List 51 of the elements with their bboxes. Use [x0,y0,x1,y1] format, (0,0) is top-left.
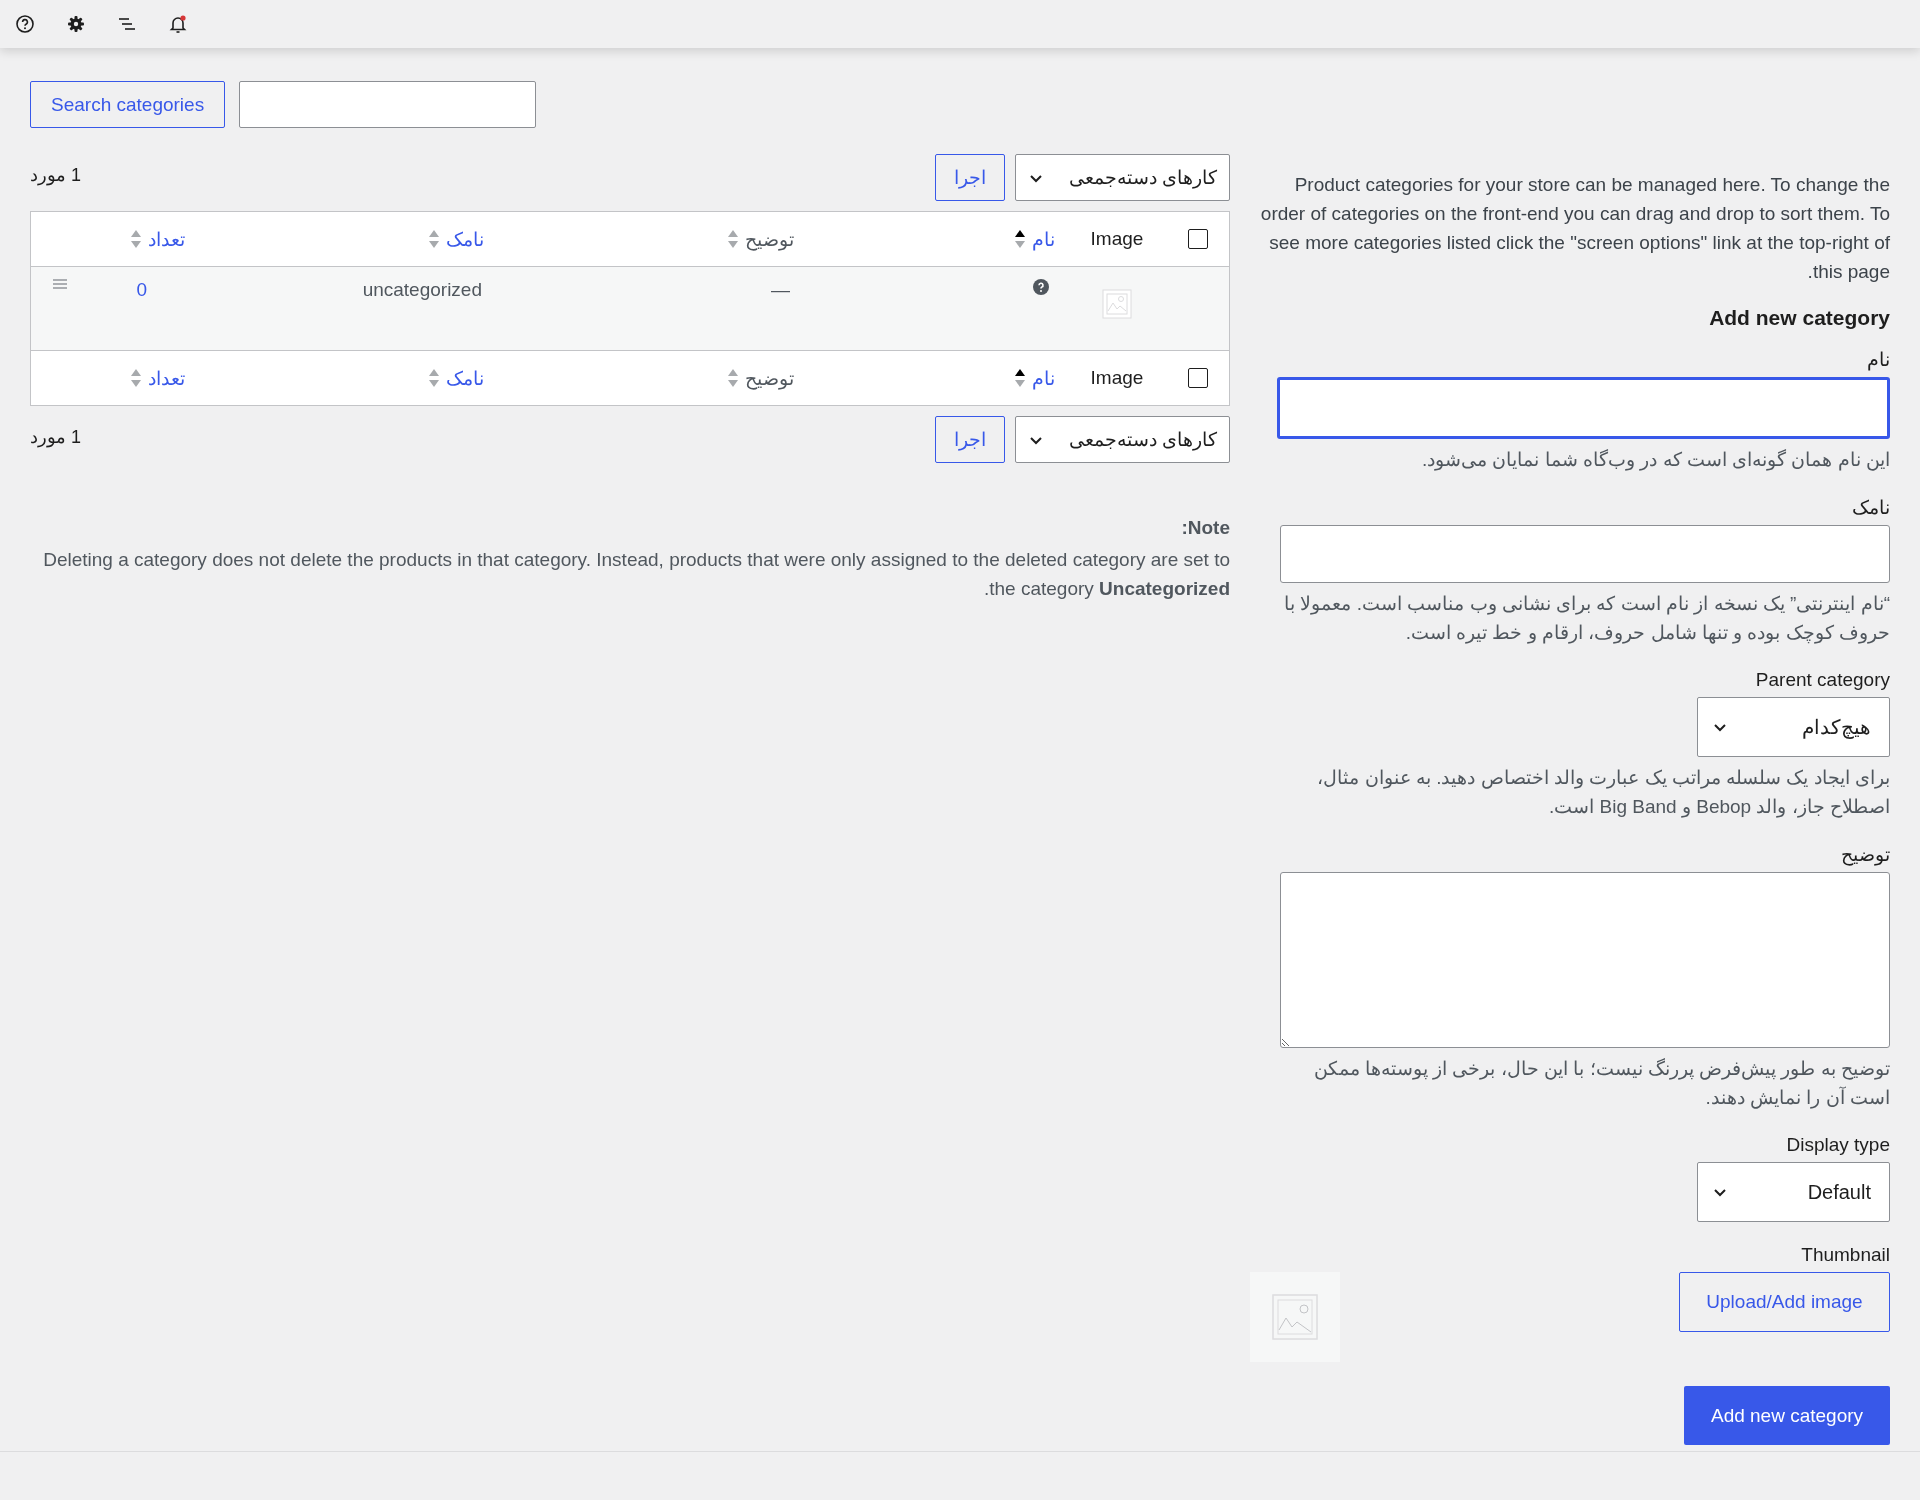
image-placeholder-icon [1102,289,1132,319]
text-field[interactable] [1280,525,1890,583]
column-header: Image [1090,228,1144,250]
bell-icon[interactable] [168,14,188,34]
column-header-link[interactable]: نام [1032,366,1055,390]
form-heading: Add new category [1708,306,1890,330]
dropdown[interactable]: هیچ‌کدام [1697,697,1890,757]
upload-image-button[interactable]: Upload/Add image [1679,1272,1890,1332]
select-all-checkbox[interactable] [1188,368,1208,388]
drag-handle-icon[interactable] [53,279,67,289]
column-header-link[interactable]: تعداد [148,227,185,251]
field-label: نامک [1852,496,1890,519]
item-count: 1 مورد [30,426,82,448]
field-label: توضیح [1841,843,1890,866]
description-cell: — [771,279,790,301]
bulk-actions-select[interactable]: کارهای دسته‌جمعی [1015,416,1230,463]
field-hint: “نام اینترنتی” یک نسخه از نام است که برای نشانی وب مناسب است. معمولا با حروف کوچک بوده و تنها شامل حروف، ارقام و خط تیره است. [1283,592,1890,646]
field-hint: این نام همان گونه‌ای است که در وب‌گاه شما نمایان می‌شود. [1421,448,1890,473]
note-text: Deleting a category does not delete the products in that category. Instead, products that were only assigned to the deleted category are set to the category Uncategorized. [42,548,1230,601]
column-header-link[interactable]: تعداد [148,366,185,390]
search-field[interactable] [239,81,537,128]
add-category-button[interactable]: Add new category [1684,1386,1890,1445]
bulk-actions-select[interactable]: کارهای دسته‌جمعی [1015,154,1230,201]
search-categories-button[interactable]: Search categories [30,81,226,128]
column-header-link[interactable]: نام [1032,227,1055,251]
note-title: Note: [1180,517,1230,539]
field-label: Thumbnail [1801,1244,1890,1266]
slug-cell: uncategorized [362,279,482,301]
column-header-link[interactable]: توضیح [745,366,794,390]
field-label: نام [1867,348,1890,371]
column-header-link[interactable]: نامک [446,366,484,390]
help-icon[interactable] [15,14,35,34]
intro-text: Product categories for your store can be managed here. To change the order of categories on the front-end you can drag and drop to sort them. To see more categories listed click the "screen options" link at the top-right of this page. [1259,173,1890,284]
dropdown[interactable]: Default [1697,1162,1890,1222]
text-field[interactable] [1277,377,1890,439]
help-icon[interactable] [1033,279,1049,295]
field-label: Display type [1786,1134,1890,1156]
apply-button[interactable]: اجرا [935,154,1005,201]
field-hint: توضیح به طور پیش‌فرض پررنگ نیست؛ با این حال، برخی از پوسته‌ها ممکن است آن را نمایش دهند. [1312,1057,1890,1111]
item-count: 1 مورد [30,164,82,186]
description-field[interactable] [1280,872,1890,1048]
field-hint: برای ایجاد یک سلسله مراتب یک عبارت والد اختصاص دهید. به عنوان مثال، اصطلاح جاز، والد Bebop و Big Band است. [1316,766,1890,820]
image-placeholder-icon [1250,1272,1340,1362]
count-link[interactable]: 0 [136,279,147,301]
field-label: Parent category [1755,669,1890,691]
column-header-link[interactable]: نامک [446,227,484,251]
apply-button[interactable]: اجرا [935,416,1005,463]
select-all-checkbox[interactable] [1188,229,1208,249]
settings-icon[interactable] [66,14,86,34]
column-header: Image [1090,367,1144,389]
column-header-link[interactable]: توضیح [745,227,794,251]
